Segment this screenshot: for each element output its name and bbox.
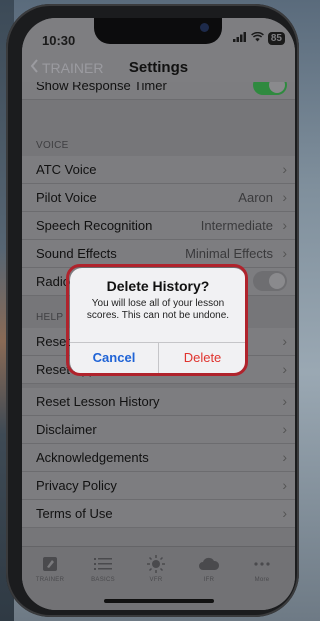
tab-more[interactable]: More (238, 555, 286, 583)
chevron-right-icon: › (282, 361, 287, 377)
row-disclaimer[interactable]: Disclaimer › (22, 416, 295, 444)
row-value: Minimal Effects (185, 246, 273, 261)
tab-label: BASICS (91, 577, 115, 583)
row-label: Terms of Use (36, 506, 113, 521)
notch (94, 18, 222, 44)
status-bar: 10:30 85 (22, 18, 295, 52)
battery-icon: 85 (267, 32, 285, 45)
show-response-timer-toggle[interactable] (253, 82, 287, 95)
tab-basics[interactable]: BASICS (79, 555, 127, 583)
row-reset-lesson-history[interactable]: Reset Lesson History › (22, 388, 295, 416)
tab-label: VFR (149, 577, 163, 583)
chevron-right-icon: › (282, 161, 287, 177)
status-icons: 85 (232, 31, 285, 45)
sun-icon (132, 555, 180, 573)
row-label: Sound Effects (36, 246, 117, 261)
row-value: Intermediate (200, 218, 273, 233)
cloud-icon (185, 555, 233, 573)
row-label: Acknowledgements (36, 450, 149, 465)
signal-icon (232, 32, 247, 45)
row-label: Privacy Policy (36, 478, 117, 493)
row-label: Pilot Voice (36, 190, 97, 205)
row-label: Speech Recognition (36, 218, 153, 233)
section-header-help: HELP (36, 312, 64, 323)
more-dots-icon (238, 555, 286, 573)
row-label: Reset Lesson History (36, 394, 160, 409)
row-show-response-timer: Show Response Timer (22, 82, 295, 100)
row-label: ATC Voice (36, 162, 97, 177)
row-acknowledgements[interactable]: Acknowledgements › (22, 444, 295, 472)
cancel-button[interactable]: Cancel (70, 350, 158, 365)
row-speech-recognition[interactable]: Speech Recognition Intermediate › (22, 212, 295, 240)
delete-history-alert: Delete History? You will lose all of you… (70, 268, 246, 374)
row-privacy-policy[interactable]: Privacy Policy › (22, 472, 295, 500)
alert-message: You will lose all of your lesson scores.… (86, 298, 230, 321)
row-atc-voice[interactable]: ATC Voice › (22, 156, 295, 184)
tab-label: TRAINER (35, 577, 65, 583)
phone-frame: 10:30 85 TRAINER Settings Show Response … (6, 4, 299, 617)
tab-label: More (254, 577, 270, 583)
chevron-right-icon: › (282, 333, 287, 349)
screen: 10:30 85 TRAINER Settings Show Response … (22, 18, 295, 610)
row-value: Aaron (238, 190, 273, 205)
chevron-right-icon: › (282, 421, 287, 437)
chevron-right-icon: › (282, 393, 287, 409)
nav-bar: TRAINER Settings (22, 52, 295, 82)
tab-ifr[interactable]: IFR (185, 555, 233, 583)
row-pilot-voice[interactable]: Pilot Voice Aaron › (22, 184, 295, 212)
tab-label: IFR (203, 577, 215, 583)
chevron-right-icon: › (282, 477, 287, 493)
radio-chatter-toggle[interactable] (253, 271, 287, 291)
list-icon (79, 555, 127, 573)
status-time: 10:30 (42, 33, 76, 48)
pencil-square-icon (26, 555, 74, 573)
chevron-right-icon: › (282, 505, 287, 521)
row-terms-of-use[interactable]: Terms of Use › (22, 500, 295, 528)
row-label: Show Response Timer (36, 82, 167, 93)
home-indicator[interactable] (104, 599, 214, 603)
section-header-voice: VOICE (36, 140, 69, 151)
row-label: Disclaimer (36, 422, 97, 437)
wifi-icon (250, 31, 264, 45)
tab-vfr[interactable]: VFR (132, 555, 180, 583)
camera-icon (200, 23, 209, 32)
tab-trainer[interactable]: TRAINER (26, 555, 74, 583)
chevron-right-icon: › (282, 189, 287, 205)
row-sound-effects[interactable]: Sound Effects Minimal Effects › (22, 240, 295, 268)
chevron-right-icon: › (282, 217, 287, 233)
delete-button[interactable]: Delete (159, 350, 246, 365)
page-title: Settings (128, 59, 189, 76)
chevron-right-icon: › (282, 245, 287, 261)
chevron-right-icon: › (282, 449, 287, 465)
alert-title: Delete History? (106, 278, 210, 294)
